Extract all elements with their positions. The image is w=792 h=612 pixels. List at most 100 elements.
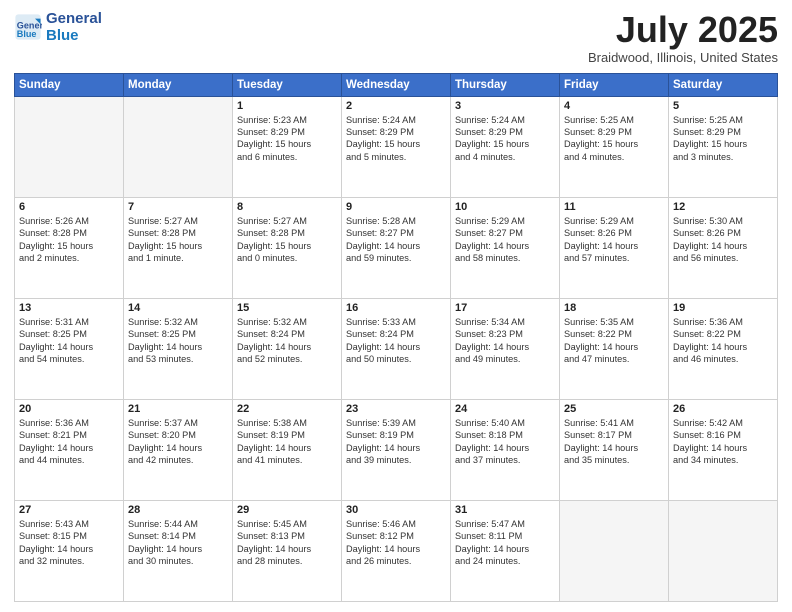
calendar-cell: 21Sunrise: 5:37 AMSunset: 8:20 PMDayligh… bbox=[124, 399, 233, 500]
page: General Blue General Blue July 2025 Brai… bbox=[0, 0, 792, 612]
logo-line2: Blue bbox=[46, 27, 102, 44]
calendar-cell: 24 Sunrise: 5:40 AMSunset: 8:18 PMDayligh… bbox=[451, 399, 560, 500]
day-number: 23 bbox=[346, 403, 446, 415]
day-number: 31 bbox=[455, 504, 555, 516]
day-number: 6 bbox=[19, 201, 119, 213]
day-info: Sunrise: 5:45 AMSunset: 8:13 PMDaylight:… bbox=[237, 518, 337, 568]
day-number: 19 bbox=[673, 302, 773, 314]
day-number: 30 bbox=[346, 504, 446, 516]
col-header-saturday: Saturday bbox=[669, 73, 778, 96]
day-number: 28 bbox=[128, 504, 228, 516]
day-number: 18 bbox=[564, 302, 664, 314]
day-info: Sunrise: 5:26 AMSunset: 8:28 PMDaylight:… bbox=[19, 215, 119, 265]
day-number: 1 bbox=[237, 100, 337, 112]
day-number: 12 bbox=[673, 201, 773, 213]
calendar-cell bbox=[669, 500, 778, 601]
day-number: 2 bbox=[346, 100, 446, 112]
day-number: 10 bbox=[455, 201, 555, 213]
day-info: Sunrise: 5:24 AMSunset: 8:29 PMDaylight:… bbox=[455, 114, 555, 164]
day-info: Sunrise: 5:36 AMSunset: 8:22 PMDaylight:… bbox=[673, 316, 773, 366]
day-number: 20 bbox=[19, 403, 119, 415]
calendar-cell: 23 Sunrise: 5:39 AMSunset: 8:19 PMDayligh… bbox=[342, 399, 451, 500]
day-info: Sunrise: 5:29 AMSunset: 8:26 PMDaylight:… bbox=[564, 215, 664, 265]
month-title: July 2025 bbox=[588, 10, 778, 50]
calendar-cell: 17Sunrise: 5:34 AMSunset: 8:23 PMDayligh… bbox=[451, 298, 560, 399]
calendar-week-4: 20 Sunrise: 5:36 AMSunset: 8:21 PMDayligh… bbox=[15, 399, 778, 500]
day-number: 16 bbox=[346, 302, 446, 314]
calendar-cell: 20 Sunrise: 5:36 AMSunset: 8:21 PMDayligh… bbox=[15, 399, 124, 500]
day-number: 5 bbox=[673, 100, 773, 112]
day-number: 8 bbox=[237, 201, 337, 213]
location: Braidwood, Illinois, United States bbox=[588, 50, 778, 65]
calendar-cell: 3 Sunrise: 5:24 AMSunset: 8:29 PMDaylight… bbox=[451, 96, 560, 197]
calendar-cell: 27 Sunrise: 5:43 AMSunset: 8:15 PMDayligh… bbox=[15, 500, 124, 601]
day-info: Sunrise: 5:32 AMSunset: 8:24 PMDaylight:… bbox=[237, 316, 337, 366]
day-number: 24 bbox=[455, 403, 555, 415]
calendar-week-1: 1 Sunrise: 5:23 AMSunset: 8:29 PMDaylight… bbox=[15, 96, 778, 197]
col-header-monday: Monday bbox=[124, 73, 233, 96]
day-number: 3 bbox=[455, 100, 555, 112]
day-info: Sunrise: 5:35 AMSunset: 8:22 PMDaylight:… bbox=[564, 316, 664, 366]
svg-text:Blue: Blue bbox=[17, 29, 37, 39]
col-header-tuesday: Tuesday bbox=[233, 73, 342, 96]
day-number: 11 bbox=[564, 201, 664, 213]
col-header-sunday: Sunday bbox=[15, 73, 124, 96]
day-info: Sunrise: 5:31 AMSunset: 8:25 PMDaylight:… bbox=[19, 316, 119, 366]
calendar-cell: 15 Sunrise: 5:32 AMSunset: 8:24 PMDayligh… bbox=[233, 298, 342, 399]
calendar-cell: 16Sunrise: 5:33 AMSunset: 8:24 PMDayligh… bbox=[342, 298, 451, 399]
calendar-cell: 9 Sunrise: 5:28 AMSunset: 8:27 PMDaylight… bbox=[342, 197, 451, 298]
col-header-thursday: Thursday bbox=[451, 73, 560, 96]
logo-line1: General bbox=[46, 10, 102, 27]
day-number: 21 bbox=[128, 403, 228, 415]
day-info: Sunrise: 5:32 AMSunset: 8:25 PMDaylight:… bbox=[128, 316, 228, 366]
day-info: Sunrise: 5:23 AMSunset: 8:29 PMDaylight:… bbox=[237, 114, 337, 164]
calendar-cell: 30 Sunrise: 5:46 AMSunset: 8:12 PMDayligh… bbox=[342, 500, 451, 601]
logo-icon: General Blue bbox=[14, 13, 42, 41]
day-info: Sunrise: 5:43 AMSunset: 8:15 PMDaylight:… bbox=[19, 518, 119, 568]
day-info: Sunrise: 5:25 AMSunset: 8:29 PMDaylight:… bbox=[564, 114, 664, 164]
calendar-week-5: 27 Sunrise: 5:43 AMSunset: 8:15 PMDayligh… bbox=[15, 500, 778, 601]
logo: General Blue General Blue bbox=[14, 10, 102, 45]
calendar-cell: 5Sunrise: 5:25 AMSunset: 8:29 PMDaylight… bbox=[669, 96, 778, 197]
calendar-cell: 19 Sunrise: 5:36 AMSunset: 8:22 PMDayligh… bbox=[669, 298, 778, 399]
calendar-cell: 11 Sunrise: 5:29 AMSunset: 8:26 PMDayligh… bbox=[560, 197, 669, 298]
calendar-week-3: 13 Sunrise: 5:31 AMSunset: 8:25 PMDayligh… bbox=[15, 298, 778, 399]
day-info: Sunrise: 5:29 AMSunset: 8:27 PMDaylight:… bbox=[455, 215, 555, 265]
day-number: 29 bbox=[237, 504, 337, 516]
calendar-cell: 7Sunrise: 5:27 AMSunset: 8:28 PMDaylight… bbox=[124, 197, 233, 298]
day-number: 27 bbox=[19, 504, 119, 516]
calendar-cell bbox=[15, 96, 124, 197]
calendar-cell: 6 Sunrise: 5:26 AMSunset: 8:28 PMDaylight… bbox=[15, 197, 124, 298]
calendar-cell: 18 Sunrise: 5:35 AMSunset: 8:22 PMDayligh… bbox=[560, 298, 669, 399]
calendar-cell: 14Sunrise: 5:32 AMSunset: 8:25 PMDayligh… bbox=[124, 298, 233, 399]
day-info: Sunrise: 5:40 AMSunset: 8:18 PMDaylight:… bbox=[455, 417, 555, 467]
header: General Blue General Blue July 2025 Brai… bbox=[14, 10, 778, 65]
day-number: 13 bbox=[19, 302, 119, 314]
day-number: 9 bbox=[346, 201, 446, 213]
day-number: 26 bbox=[673, 403, 773, 415]
calendar-cell: 4Sunrise: 5:25 AMSunset: 8:29 PMDaylight… bbox=[560, 96, 669, 197]
day-info: Sunrise: 5:42 AMSunset: 8:16 PMDaylight:… bbox=[673, 417, 773, 467]
calendar-cell bbox=[560, 500, 669, 601]
day-number: 22 bbox=[237, 403, 337, 415]
day-info: Sunrise: 5:47 AMSunset: 8:11 PMDaylight:… bbox=[455, 518, 555, 568]
day-info: Sunrise: 5:36 AMSunset: 8:21 PMDaylight:… bbox=[19, 417, 119, 467]
day-info: Sunrise: 5:30 AMSunset: 8:26 PMDaylight:… bbox=[673, 215, 773, 265]
day-info: Sunrise: 5:27 AMSunset: 8:28 PMDaylight:… bbox=[128, 215, 228, 265]
calendar: SundayMondayTuesdayWednesdayThursdayFrid… bbox=[14, 73, 778, 602]
calendar-cell: 28 Sunrise: 5:44 AMSunset: 8:14 PMDayligh… bbox=[124, 500, 233, 601]
day-number: 25 bbox=[564, 403, 664, 415]
title-block: July 2025 Braidwood, Illinois, United St… bbox=[588, 10, 778, 65]
day-info: Sunrise: 5:27 AMSunset: 8:28 PMDaylight:… bbox=[237, 215, 337, 265]
calendar-cell: 22Sunrise: 5:38 AMSunset: 8:19 PMDayligh… bbox=[233, 399, 342, 500]
day-number: 15 bbox=[237, 302, 337, 314]
day-info: Sunrise: 5:39 AMSunset: 8:19 PMDaylight:… bbox=[346, 417, 446, 467]
day-info: Sunrise: 5:44 AMSunset: 8:14 PMDaylight:… bbox=[128, 518, 228, 568]
day-info: Sunrise: 5:46 AMSunset: 8:12 PMDaylight:… bbox=[346, 518, 446, 568]
calendar-cell: 29 Sunrise: 5:45 AMSunset: 8:13 PMDayligh… bbox=[233, 500, 342, 601]
day-info: Sunrise: 5:28 AMSunset: 8:27 PMDaylight:… bbox=[346, 215, 446, 265]
day-number: 17 bbox=[455, 302, 555, 314]
col-header-friday: Friday bbox=[560, 73, 669, 96]
calendar-cell: 26 Sunrise: 5:42 AMSunset: 8:16 PMDayligh… bbox=[669, 399, 778, 500]
calendar-cell: 1 Sunrise: 5:23 AMSunset: 8:29 PMDaylight… bbox=[233, 96, 342, 197]
